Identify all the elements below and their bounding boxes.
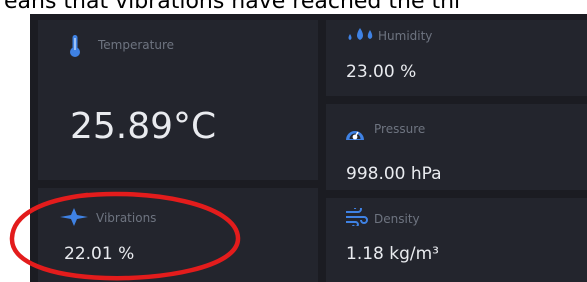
pressure-label: Pressure [374, 122, 426, 136]
wind-icon [346, 208, 368, 226]
vibration-icon [60, 208, 88, 226]
thermometer-icon [70, 35, 80, 57]
humidity-value: 23.00 % [346, 62, 417, 82]
temperature-card[interactable]: Temperature 25.89°C [38, 20, 318, 180]
humidity-label: Humidity [378, 29, 433, 43]
density-label: Density [374, 212, 420, 226]
screenshot: eans that vibrations have reached the th… [0, 0, 587, 282]
water-drops-icon [348, 28, 373, 40]
gauge-icon [346, 131, 364, 140]
density-value: 1.18 kg/m³ [346, 244, 439, 264]
sensor-dashboard: Temperature 25.89°C Humidity 23.00 % Pre… [30, 14, 587, 282]
density-card[interactable]: Density 1.18 kg/m³ [326, 198, 587, 282]
vibrations-label: Vibrations [96, 211, 157, 225]
vibrations-card[interactable]: Vibrations 22.01 % [38, 188, 318, 282]
pressure-card[interactable]: Pressure 998.00 hPa [326, 104, 587, 190]
temperature-value: 25.89°C [70, 106, 217, 147]
caption-text: eans that vibrations have reached the th… [4, 0, 461, 14]
humidity-card[interactable]: Humidity 23.00 % [326, 20, 587, 96]
pressure-value: 998.00 hPa [346, 164, 442, 184]
vibrations-value: 22.01 % [64, 244, 135, 264]
temperature-label: Temperature [98, 38, 175, 52]
